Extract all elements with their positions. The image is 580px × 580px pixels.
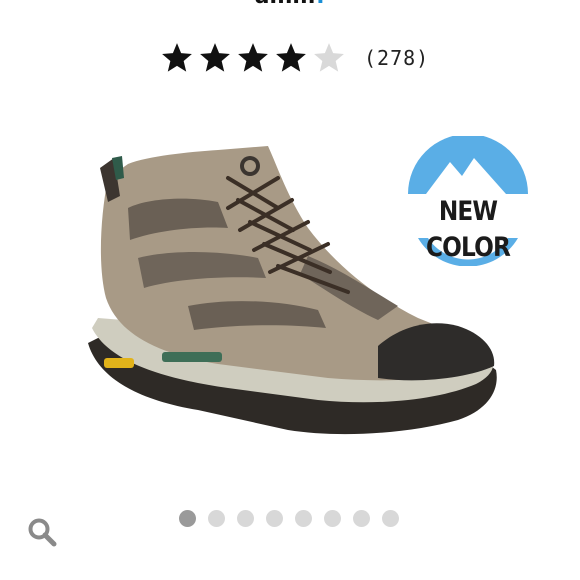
carousel-dot[interactable] [295, 510, 312, 527]
page-title-accent: ! [315, 0, 325, 9]
carousel-dot[interactable] [382, 510, 399, 527]
star-filled-icon [162, 43, 192, 72]
star-filled-icon [276, 43, 306, 72]
review-count[interactable]: (278) [364, 46, 429, 70]
carousel-dot[interactable] [266, 510, 283, 527]
page-title-fragment: amm! [0, 0, 580, 8]
carousel-dot[interactable] [353, 510, 370, 527]
carousel-dot[interactable] [179, 510, 196, 527]
carousel-dot[interactable] [208, 510, 225, 527]
carousel-dots [179, 510, 411, 527]
carousel-dot[interactable] [237, 510, 254, 527]
new-color-badge: NEW COLOR [425, 196, 511, 263]
search-icon[interactable] [26, 516, 60, 550]
star-empty-icon [314, 43, 344, 72]
carousel-dot[interactable] [324, 510, 341, 527]
page-title-text: amm [255, 0, 316, 9]
product-rating[interactable]: (278) [160, 38, 429, 78]
star-filled-icon [200, 43, 230, 72]
rating-stars [160, 41, 350, 75]
star-filled-icon [238, 43, 268, 72]
